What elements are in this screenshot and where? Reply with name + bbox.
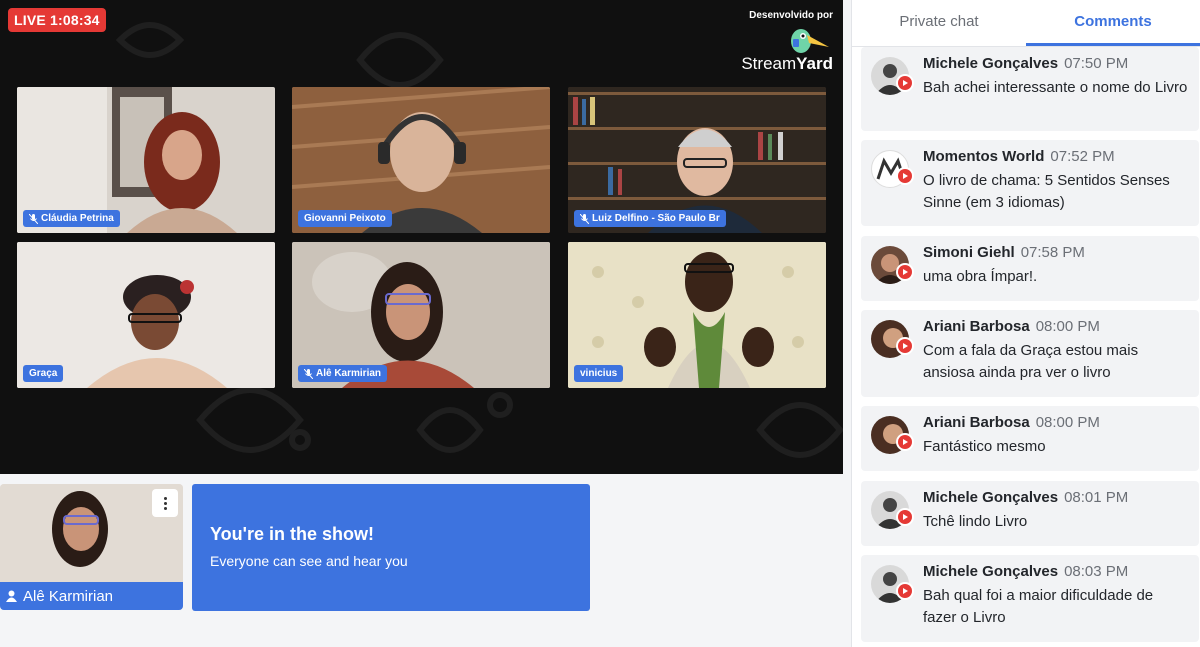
- participant-tile[interactable]: Cláudia Petrina: [17, 87, 275, 233]
- youtube-icon: [896, 167, 914, 185]
- leaf-pattern-background: [115, 22, 843, 458]
- sidebar-tabs: Private chat Comments: [852, 0, 1200, 47]
- streamyard-bird-logo-icon: [791, 29, 829, 53]
- participant-tile[interactable]: Graça: [17, 242, 275, 388]
- comment-author: Michele Gonçalves: [923, 55, 1059, 72]
- participant-tile[interactable]: Alê Karmirian: [292, 242, 550, 388]
- comment-text: Bah qual foi a maior dificuldade de faze…: [923, 587, 1154, 626]
- broadcast-stage: LIVE 1:08:34 Desenvolvido por StreamYard: [0, 0, 843, 474]
- comment-time: 07:58 PM: [1020, 244, 1085, 261]
- comment-item: Michele Gonçalves 08:01 PM Tchê lindo Liv…: [861, 481, 1199, 546]
- comment-author: Simoni Giehl: [923, 244, 1015, 261]
- comment-time: 07:50 PM: [1064, 55, 1129, 72]
- participant-name-label: Luiz Delfino - São Paulo Br: [574, 210, 726, 227]
- comment-time: 08:01 PM: [1064, 489, 1129, 506]
- comment-author: Ariani Barbosa: [923, 318, 1030, 335]
- self-view-menu-button[interactable]: [152, 489, 178, 517]
- tab-comments[interactable]: Comments: [1026, 0, 1200, 46]
- youtube-icon: [896, 433, 914, 451]
- youtube-icon: [896, 263, 914, 281]
- comment-item: Michele Gonçalves 08:03 PM Bah qual foi a…: [861, 555, 1199, 642]
- youtube-icon: [896, 74, 914, 92]
- tab-private-chat[interactable]: Private chat: [852, 0, 1026, 46]
- live-timer-badge: LIVE 1:08:34: [8, 8, 106, 32]
- comment-item: Ariani Barbosa 08:00 PM Com a fala da Gra…: [861, 310, 1199, 397]
- comment-time: 08:00 PM: [1035, 318, 1100, 335]
- participant-name-label: Giovanni Peixoto: [298, 210, 392, 227]
- comment-text: O livro de chama: 5 Sentidos Senses Sinn…: [923, 172, 1170, 211]
- comment-text: Bah achei interessante o nome do Livro: [923, 79, 1188, 96]
- banner-subtitle: Everyone can see and hear you: [210, 553, 408, 569]
- mic-muted-icon: [580, 213, 589, 224]
- participant-tile[interactable]: vinicius: [568, 242, 826, 388]
- comment-item: Michele Gonçalves 07:50 PM Bah achei inte…: [861, 47, 1199, 131]
- participant-name-label: Alê Karmirian: [298, 365, 388, 382]
- comment-time: 08:00 PM: [1035, 414, 1100, 431]
- comment-author: Michele Gonçalves: [923, 489, 1059, 506]
- comment-item: Simoni Giehl 07:58 PM uma obra Ímpar!.: [861, 236, 1199, 301]
- comment-author: Michele Gonçalves: [923, 563, 1059, 580]
- youtube-icon: [896, 508, 914, 526]
- comment-text: uma obra Ímpar!.: [923, 268, 1038, 285]
- participant-name-label: Cláudia Petrina: [23, 210, 120, 227]
- comment-item: Momentos World 07:52 PM O livro de chama:…: [861, 140, 1199, 226]
- mic-muted-icon: [304, 368, 313, 379]
- comment-text: Tchê lindo Livro: [923, 513, 1028, 530]
- chat-sidebar: Private chat Comments Michele Gonçalves 0…: [851, 0, 1200, 647]
- participant-name-label: vinicius: [574, 365, 624, 382]
- youtube-icon: [896, 582, 914, 600]
- comment-author: Momentos World: [923, 148, 1045, 165]
- streamyard-branding: Desenvolvido por StreamYard: [723, 10, 833, 73]
- participant-tile[interactable]: Luiz Delfino - São Paulo Br: [568, 87, 826, 233]
- mic-muted-icon: [29, 213, 38, 224]
- streamyard-studio: LIVE 1:08:34 Desenvolvido por StreamYard: [0, 0, 1200, 647]
- comment-text: Fantástico mesmo: [923, 438, 1046, 455]
- brand-name: StreamYard: [741, 54, 833, 73]
- youtube-icon: [896, 337, 914, 355]
- person-icon: [6, 590, 17, 602]
- comment-item: Ariani Barbosa 08:00 PM Fantástico mesmo: [861, 406, 1199, 471]
- banner-title: You're in the show!: [210, 524, 374, 544]
- comment-time: 07:52 PM: [1050, 148, 1115, 165]
- self-view-tile[interactable]: Alê Karmirian: [0, 484, 183, 610]
- comment-author: Ariani Barbosa: [923, 414, 1030, 431]
- comment-text: Com a fala da Graça estou mais ansiosa a…: [923, 342, 1139, 381]
- comment-time: 08:03 PM: [1064, 563, 1129, 580]
- participant-tile[interactable]: Giovanni Peixoto: [292, 87, 550, 233]
- self-view-name-bar: Alê Karmirian: [0, 582, 183, 610]
- participant-name-label: Graça: [23, 365, 64, 382]
- brand-caption: Desenvolvido por: [749, 10, 833, 21]
- in-show-banner: You're in the show! Everyone can see and…: [192, 484, 590, 611]
